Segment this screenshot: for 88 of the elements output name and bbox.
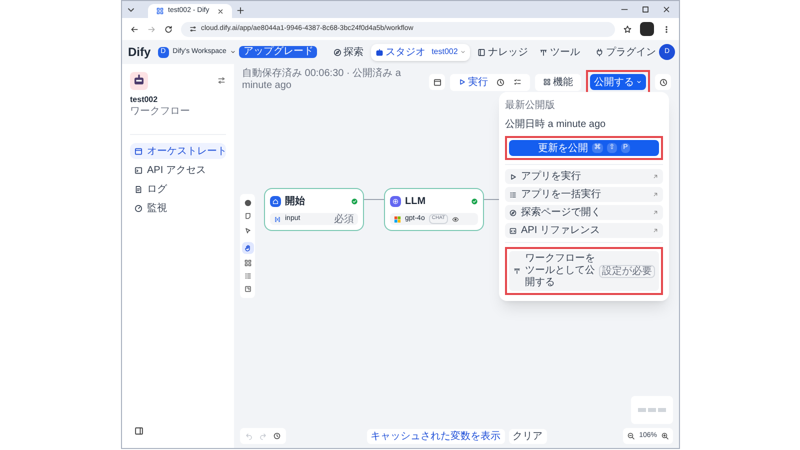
cached-variables-button[interactable]: キャッシュされた変数を表示: [366, 429, 504, 444]
menu-heading: 最新公開版: [505, 98, 556, 113]
document-icon: [134, 184, 143, 194]
minimap-nodes-icon: [638, 408, 666, 412]
required-label: 必須: [334, 214, 354, 224]
menu-item[interactable]: アプリを実行: [505, 169, 663, 184]
compass-icon: [332, 48, 342, 56]
caret-icon: [230, 49, 236, 55]
run-button[interactable]: 実行: [458, 74, 488, 90]
variable-icon: [274, 216, 281, 222]
app-favicon-icon: [156, 7, 164, 15]
clear-button[interactable]: クリア: [508, 429, 546, 444]
note-icon[interactable]: [244, 212, 252, 220]
history-icon: [658, 78, 668, 86]
toggle-icon[interactable]: [217, 76, 226, 85]
eye-icon: [452, 216, 460, 222]
hand-tool-button[interactable]: [242, 242, 254, 254]
reload-icon[interactable]: [164, 24, 173, 34]
features-button[interactable]: 機能: [535, 74, 581, 90]
pointer-icon: [244, 227, 252, 235]
gauge-icon: [134, 204, 143, 212]
history-button[interactable]: [655, 74, 671, 90]
book-icon: [476, 48, 486, 56]
caret-icon: [460, 49, 466, 55]
node-title: 開始: [285, 194, 306, 209]
sidebar-item[interactable]: 監視: [130, 200, 226, 216]
checklist-icon[interactable]: [513, 78, 522, 86]
code-icon: [509, 226, 517, 234]
list-icon: [509, 190, 517, 198]
star-icon[interactable]: [623, 24, 632, 34]
env-button[interactable]: [429, 74, 445, 90]
nav-tab[interactable]: ナレッジ: [472, 44, 532, 60]
layout-icon: [134, 146, 143, 156]
publish-time: 公開日時 a minute ago: [505, 118, 607, 132]
menu-item[interactable]: API リファレンス: [505, 223, 663, 238]
align-icon[interactable]: [244, 272, 252, 280]
sidebar-item[interactable]: ログ: [130, 181, 226, 197]
grid-icon: [543, 78, 551, 86]
node-title: LLM: [405, 195, 427, 209]
history-icon[interactable]: [496, 78, 505, 86]
back-icon[interactable]: [130, 24, 139, 34]
close-icon[interactable]: [662, 5, 671, 14]
tool-icon: [513, 267, 521, 275]
plug-icon: [595, 48, 604, 56]
nav-tab[interactable]: 探索: [328, 44, 368, 60]
upgrade-button[interactable]: アップグレード: [239, 46, 318, 58]
add-node-icon[interactable]: [244, 199, 252, 207]
maximize-icon[interactable]: [641, 5, 650, 14]
zoom-in-icon[interactable]: [661, 432, 669, 440]
plugins-button[interactable]: プラグイン: [595, 44, 656, 60]
new-tab-icon[interactable]: [236, 6, 245, 15]
terminal-icon: [134, 166, 143, 174]
play-icon: [509, 172, 517, 180]
external-link-icon: [652, 209, 659, 216]
profile-button[interactable]: [640, 22, 654, 36]
site-settings-icon[interactable]: [189, 25, 197, 33]
compass-icon: [509, 208, 517, 216]
sidebar-item[interactable]: API アクセス: [130, 162, 226, 178]
external-link-icon: [652, 191, 659, 198]
sidebar-toggle-icon[interactable]: [134, 426, 144, 436]
play-icon: [458, 78, 466, 86]
history-icon[interactable]: [273, 432, 281, 440]
menu-item[interactable]: ワークフローをツールとして公開する 設定が必要: [509, 251, 659, 291]
app-type: ワークフロー: [130, 106, 191, 118]
sidebar-item[interactable]: オーケストレート: [130, 143, 226, 159]
app-name: test002: [130, 94, 159, 106]
external-link-icon: [652, 173, 659, 180]
tool-icon: [538, 48, 548, 56]
external-link-icon: [652, 227, 659, 234]
zoom-out-icon[interactable]: [627, 432, 636, 440]
nav-tab[interactable]: ツール: [534, 44, 584, 60]
app-icon: [130, 72, 148, 90]
model-icon: [394, 216, 401, 222]
menu-item[interactable]: 探索ページで開く: [505, 205, 663, 220]
close-icon[interactable]: [217, 8, 224, 14]
connector-line: [364, 199, 384, 200]
setup-required-badge: 設定が必要: [599, 264, 655, 278]
robot-icon: [374, 48, 384, 56]
publish-button[interactable]: 公開する: [590, 74, 646, 90]
caret-icon: [636, 79, 642, 85]
hand-icon: [244, 244, 252, 252]
save-status: 自動保存済み 00:06:30 · 公開済み a minute ago: [242, 68, 402, 92]
app-logo[interactable]: Dify: [128, 43, 151, 61]
layout-icon[interactable]: [244, 259, 252, 267]
menu-item[interactable]: アプリを一括実行: [505, 187, 663, 202]
nav-tab[interactable]: スタジオ test002: [370, 44, 470, 60]
panel-icon: [432, 78, 442, 86]
home-icon: [270, 196, 281, 207]
